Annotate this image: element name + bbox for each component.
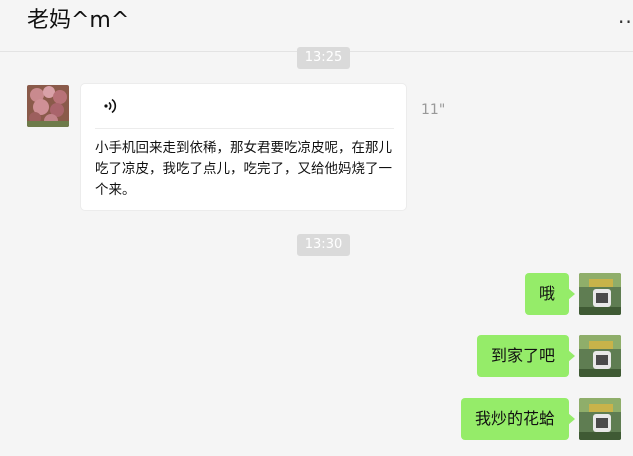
voice-transcript: 小手机回来走到依稀，那女君要吃凉皮呢，在那儿吃了凉皮，我吃了点儿，吃完了，又给他… <box>95 140 392 198</box>
chat-header: 老妈^m^ ·· <box>0 0 633 52</box>
timestamp-2: 13:30 <box>297 234 350 256</box>
contact-avatar[interactable] <box>27 85 69 127</box>
outgoing-message[interactable]: 哦 <box>524 273 576 315</box>
voice-duration: 11" <box>421 102 446 118</box>
user-avatar[interactable] <box>579 273 621 315</box>
outgoing-message[interactable]: 我炒的花蛤 <box>460 398 576 440</box>
timestamp-1: 13:25 <box>297 47 350 69</box>
outgoing-message[interactable]: 到家了吧 <box>476 335 576 377</box>
user-avatar[interactable] <box>579 335 621 377</box>
user-avatar[interactable] <box>579 398 621 440</box>
voice-message-bubble[interactable]: 小手机回来走到依稀，那女君要吃凉皮呢，在那儿吃了凉皮，我吃了点儿，吃完了，又给他… <box>80 83 407 211</box>
voice-divider <box>95 128 394 129</box>
chat-title: 老妈^m^ <box>27 8 130 33</box>
voice-wave-icon[interactable] <box>101 96 121 116</box>
more-options-icon[interactable]: ·· <box>618 10 633 34</box>
